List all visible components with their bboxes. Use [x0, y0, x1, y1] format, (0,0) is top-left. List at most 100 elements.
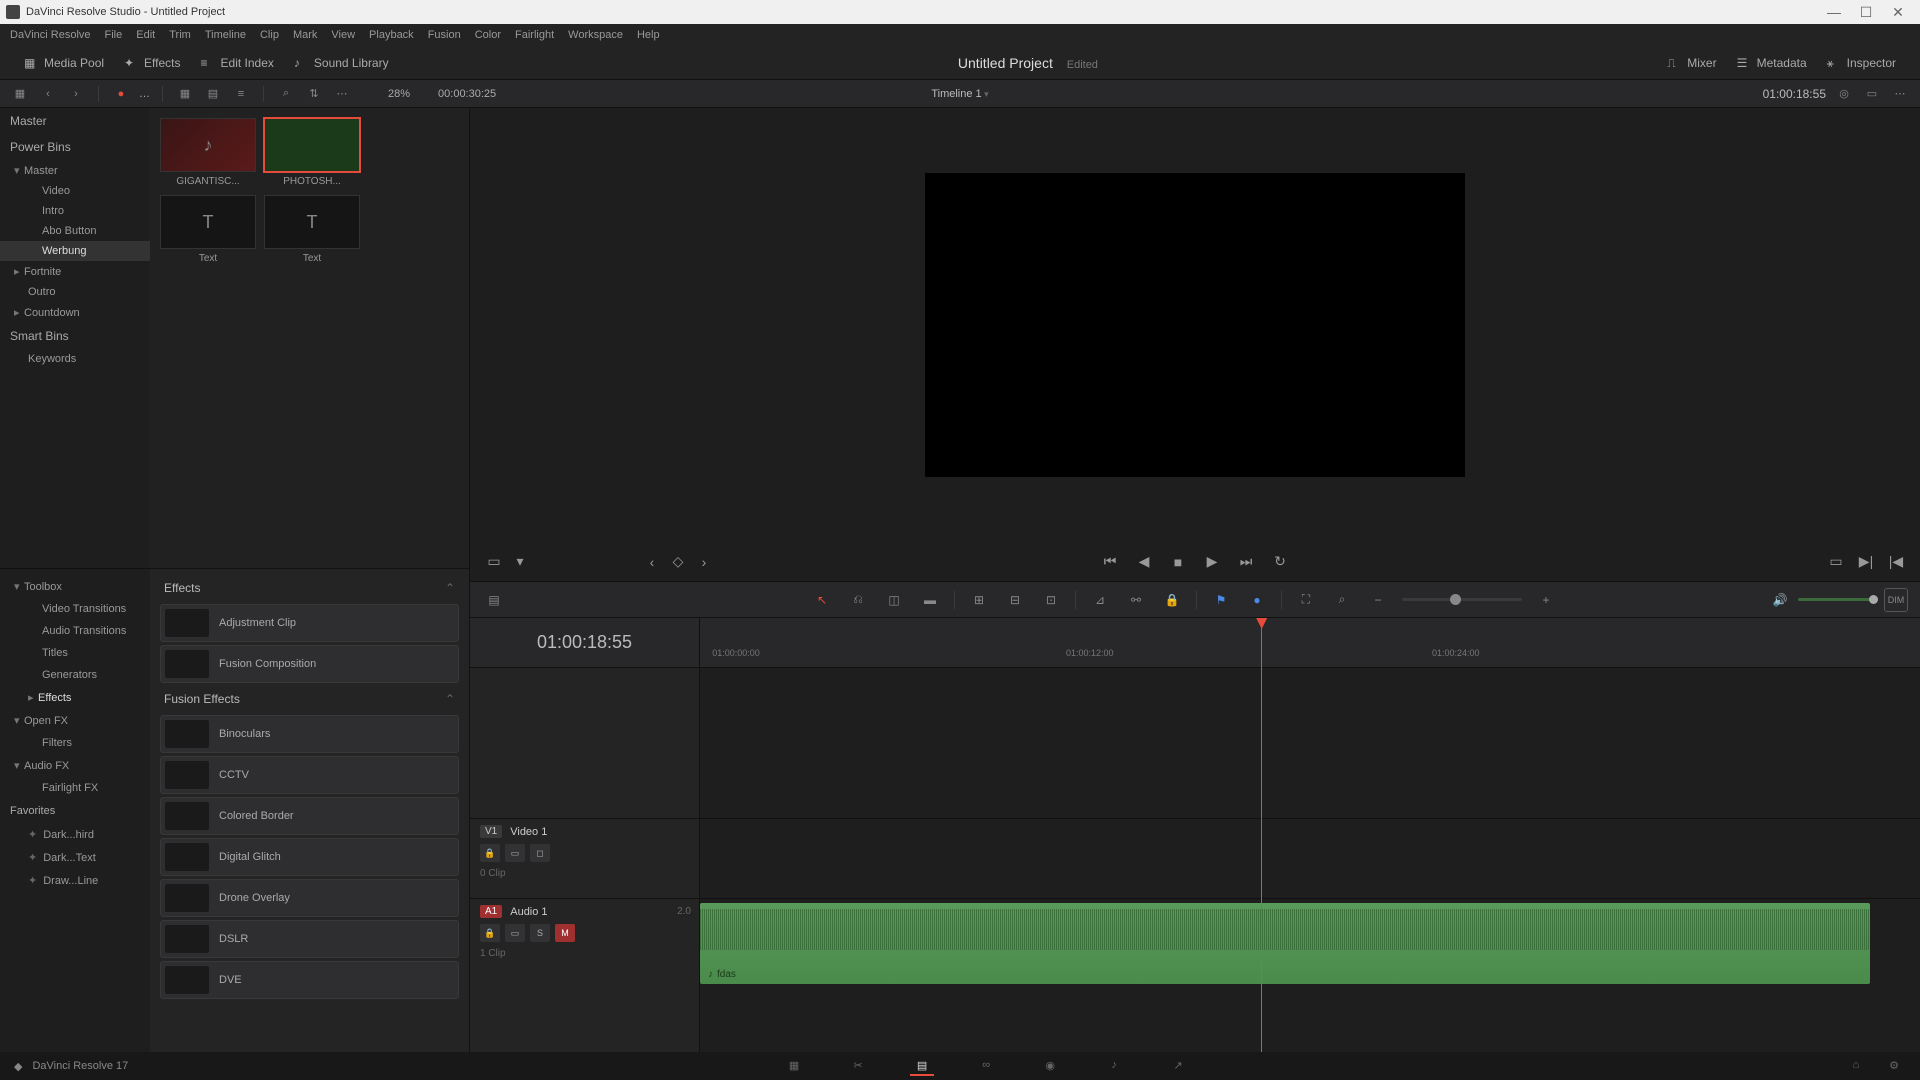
bypass-icon[interactable]: ◎ — [1834, 84, 1854, 104]
list-view-icon[interactable]: ≡ — [231, 84, 251, 104]
step-forward-icon[interactable]: ▶| — [1856, 552, 1876, 572]
lock-icon[interactable]: 🔒 — [1160, 588, 1184, 612]
fusion-effects-group[interactable]: Fusion Effects — [156, 686, 463, 712]
audio-track-header[interactable]: A1 Audio 1 2.0 🔒 ▭ S M 1 Clip — [470, 898, 699, 988]
home-icon[interactable]: ⌂ — [1844, 1056, 1868, 1076]
viewer-options-icon[interactable]: ⋯ — [1890, 84, 1910, 104]
step-end-icon[interactable]: |◀ — [1886, 552, 1906, 572]
fxcat-audio-transitions[interactable]: Audio Transitions — [0, 620, 150, 642]
fxcat-filters[interactable]: Filters — [0, 732, 150, 754]
timeline-tracks[interactable]: 01:00:00:0001:00:12:0001:00:24:00 ♪fdas — [700, 618, 1920, 1052]
fav-drawline[interactable]: ✦Draw...Line — [0, 869, 150, 892]
blade-tool-icon[interactable]: ▬ — [918, 588, 942, 612]
search-icon[interactable]: ⌕ — [276, 84, 296, 104]
lock-audio-icon[interactable]: 🔒 — [480, 924, 500, 942]
viewer[interactable] — [470, 108, 1920, 542]
go-start-icon[interactable]: ⏮ — [1100, 552, 1120, 572]
menu-fairlight[interactable]: Fairlight — [515, 29, 554, 41]
openfx-category[interactable]: ▾Open FX — [0, 709, 150, 732]
fxcat-fairlight-fx[interactable]: Fairlight FX — [0, 777, 150, 799]
media-page-icon[interactable]: ▦ — [782, 1056, 806, 1076]
zoom-in-icon[interactable]: + — [1534, 588, 1558, 612]
bin-abo-button[interactable]: Abo Button — [0, 221, 150, 241]
bin-master[interactable]: ▾Master — [0, 160, 150, 181]
settings-icon[interactable]: ⚙ — [1882, 1056, 1906, 1076]
clip-gigantisc[interactable]: ♪GIGANTISC... — [160, 118, 256, 187]
go-end-icon[interactable]: ⏭ — [1236, 552, 1256, 572]
effects-list[interactable]: Effects Adjustment ClipFusion Compositio… — [150, 569, 469, 1052]
stop-icon[interactable]: ■ — [1168, 552, 1188, 572]
arm-record-icon[interactable]: ▭ — [505, 924, 525, 942]
overwrite-icon[interactable]: ⊟ — [1003, 588, 1027, 612]
nav-fwd-icon[interactable]: › — [66, 84, 86, 104]
smart-bin-keywords[interactable]: Keywords — [0, 349, 150, 369]
zoom-percent[interactable]: 28% — [388, 88, 410, 100]
selection-tool-icon[interactable]: ↖ — [810, 588, 834, 612]
insert-icon[interactable]: ⊞ — [967, 588, 991, 612]
close-button[interactable]: ✕ — [1882, 4, 1914, 21]
metadata-tab[interactable]: ☰Metadata — [1727, 52, 1817, 74]
fxcat-effects[interactable]: ▸Effects — [0, 686, 150, 709]
menu-trim[interactable]: Trim — [169, 29, 191, 41]
bin-countdown[interactable]: ▸Countdown — [0, 302, 150, 323]
menu-playback[interactable]: Playback — [369, 29, 414, 41]
solo-icon[interactable]: S — [530, 924, 550, 942]
zoom-out-icon[interactable]: − — [1366, 588, 1390, 612]
strip-view-icon[interactable]: ▤ — [203, 84, 223, 104]
clip-photosh[interactable]: PHOTOSH... — [264, 118, 360, 187]
power-bins-header[interactable]: Power Bins — [0, 134, 150, 160]
effect-dslr[interactable]: DSLR — [160, 920, 459, 958]
effect-binoculars[interactable]: Binoculars — [160, 715, 459, 753]
minimize-button[interactable]: — — [1818, 4, 1850, 20]
menu-view[interactable]: View — [331, 29, 355, 41]
in-out-menu-icon[interactable]: ▭ — [484, 552, 504, 572]
mute-icon[interactable]: 🔊 — [1768, 588, 1792, 612]
mixer-tab[interactable]: ⎍Mixer — [1657, 52, 1726, 74]
fxcat-video-transitions[interactable]: Video Transitions — [0, 598, 150, 620]
maximize-button[interactable]: ☐ — [1850, 4, 1882, 21]
disable-track-icon[interactable]: ◻ — [530, 844, 550, 862]
video-track-header[interactable]: V1 Video 1 🔒 ▭ ◻ 0 Clip — [470, 818, 699, 898]
lock-track-icon[interactable]: 🔒 — [480, 844, 500, 862]
fxcat-generators[interactable]: Generators — [0, 664, 150, 686]
clip-text[interactable]: TText — [264, 195, 360, 264]
loop-icon[interactable]: ↻ — [1270, 552, 1290, 572]
bin-view-icon[interactable]: ▦ — [10, 84, 30, 104]
audio-clip[interactable]: ♪fdas — [700, 903, 1870, 984]
media-pool-tab[interactable]: ▦Media Pool — [14, 52, 114, 74]
effect-adjustment-clip[interactable]: Adjustment Clip — [160, 604, 459, 642]
detail-zoom-icon[interactable]: ⌕ — [1330, 588, 1354, 612]
smart-bins-header[interactable]: Smart Bins — [0, 323, 150, 349]
dynamic-trim-icon[interactable]: ◫ — [882, 588, 906, 612]
bin-fortnite[interactable]: ▸Fortnite — [0, 261, 150, 282]
match-frame-icon[interactable]: ▭ — [1826, 552, 1846, 572]
sound-library-tab[interactable]: ♪Sound Library — [284, 52, 399, 74]
menu-fusion[interactable]: Fusion — [428, 29, 461, 41]
video-track-lane[interactable] — [700, 818, 1920, 898]
menu-help[interactable]: Help — [637, 29, 660, 41]
menu-edit[interactable]: Edit — [136, 29, 155, 41]
inspector-tab[interactable]: ⚹Inspector — [1817, 52, 1906, 74]
timeline-name-dropdown[interactable]: Timeline 1 — [931, 88, 988, 100]
fav-darktext[interactable]: ✦Dark...Text — [0, 846, 150, 869]
marker-add-icon[interactable]: ● — [1245, 588, 1269, 612]
bin-video[interactable]: Video — [0, 181, 150, 201]
menu-file[interactable]: File — [105, 29, 123, 41]
playhead[interactable] — [1261, 618, 1262, 1052]
flag-icon[interactable]: ⚑ — [1209, 588, 1233, 612]
sort-icon[interactable]: ⇅ — [304, 84, 324, 104]
snap-icon[interactable]: ⊿ — [1088, 588, 1112, 612]
color-page-icon[interactable]: ◉ — [1038, 1056, 1062, 1076]
fusion-page-icon[interactable]: ∞ — [974, 1056, 998, 1076]
bin-outro[interactable]: Outro — [0, 282, 150, 302]
menu-davinci-resolve[interactable]: DaVinci Resolve — [10, 29, 91, 41]
bin-werbung[interactable]: Werbung — [0, 241, 150, 261]
mute-track-icon[interactable]: M — [555, 924, 575, 942]
menu-clip[interactable]: Clip — [260, 29, 279, 41]
audiofx-category[interactable]: ▾Audio FX — [0, 754, 150, 777]
menu-mark[interactable]: Mark — [293, 29, 317, 41]
replace-icon[interactable]: ⊡ — [1039, 588, 1063, 612]
timeline-ruler[interactable]: 01:00:00:0001:00:12:0001:00:24:00 — [700, 618, 1920, 668]
edit-page-icon[interactable]: ▤ — [910, 1056, 934, 1076]
next-marker-icon[interactable]: › — [694, 552, 714, 572]
